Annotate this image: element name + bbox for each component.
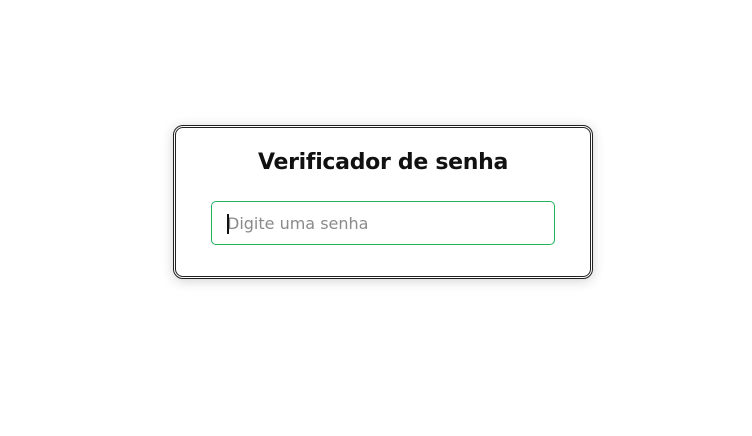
text-cursor: [227, 214, 229, 234]
page: Verificador de senha: [0, 0, 752, 436]
password-input[interactable]: [212, 202, 554, 244]
password-field-wrapper[interactable]: [211, 201, 555, 245]
card-title: Verificador de senha: [257, 150, 509, 175]
password-checker-card: Verificador de senha: [173, 125, 593, 279]
